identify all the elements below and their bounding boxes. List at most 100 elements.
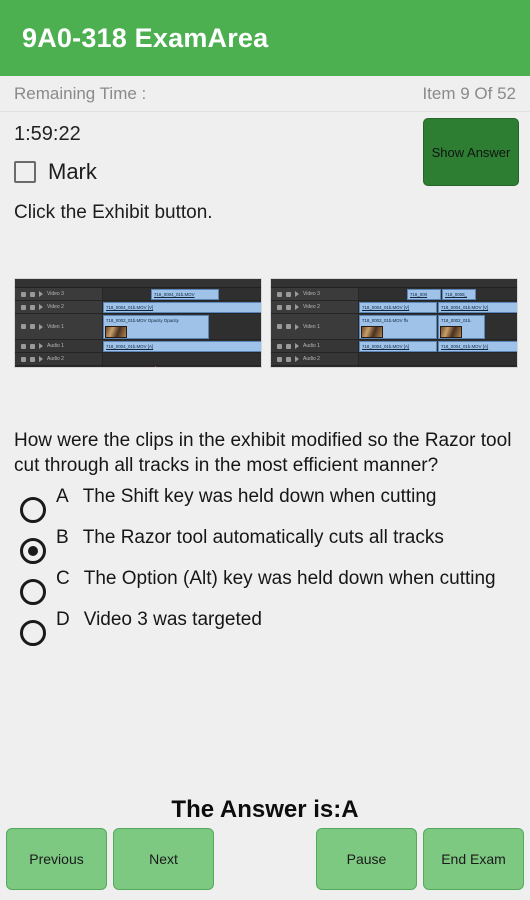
track-label: Video 2 — [47, 304, 64, 310]
eye-icon — [277, 304, 282, 310]
track-header: Video 2 — [15, 301, 103, 313]
timeline-clip: 718_0004_01b.MOV [V] — [103, 302, 261, 313]
item-counter: Item 9 Of 52 — [422, 83, 516, 103]
lock-icon — [30, 356, 35, 362]
track-lane — [359, 353, 517, 365]
option-a-text: The Shift key was held down when cutting — [82, 486, 437, 507]
status-bar: Remaining Time : Item 9 Of 52 — [0, 76, 530, 112]
timeline-clip: 718_0004_01b.MOV [A] — [438, 341, 517, 352]
radio-a[interactable] — [20, 497, 46, 523]
track-header: Audio 2 — [271, 353, 359, 365]
previous-button[interactable]: Previous — [6, 828, 107, 890]
show-answer-label: Show Answer — [431, 144, 511, 160]
end-exam-label: End Exam — [441, 851, 506, 867]
exhibit-timeline-before: Video 3 718_0004_01b.MOV Video 2 718_000… — [14, 278, 262, 368]
lock-icon — [286, 324, 291, 329]
option-c-letter: C — [56, 568, 70, 589]
option-b-text: The Razor tool automatically cuts all tr… — [82, 527, 444, 548]
lock-icon — [286, 356, 291, 362]
option-c[interactable]: C The Option (Alt) key was held down when… — [20, 566, 518, 605]
track-lane — [103, 353, 261, 365]
exhibit-images: Video 3 718_0004_01b.MOV Video 2 718_000… — [14, 278, 518, 368]
chevron-right-icon — [39, 356, 43, 362]
lock-icon — [30, 291, 35, 297]
eye-icon — [21, 304, 26, 310]
timeline-tracks: Video 3 718_0004_01b.MOV Video 2 718_000… — [15, 288, 261, 367]
lock-icon — [286, 304, 291, 310]
eye-icon — [21, 324, 26, 329]
previous-label: Previous — [29, 851, 84, 867]
chevron-right-icon — [295, 304, 299, 310]
track-lane: 718_0004_01b.MOV [V] — [103, 301, 261, 313]
eye-icon — [277, 291, 282, 297]
speaker-icon — [21, 356, 26, 362]
app-header: 9A0-318 ExamArea — [0, 0, 530, 76]
track-label: Audio 1 — [303, 343, 320, 349]
option-a[interactable]: A The Shift key was held down when cuttin… — [20, 484, 518, 523]
track-row: Audio 1 718_0004_01b.MOV [A] 718_0004_01… — [271, 340, 517, 353]
pause-button[interactable]: Pause — [316, 828, 417, 890]
track-row: Audio 1 718_0004_01b.MOV [A] — [15, 340, 261, 353]
page-title: 9A0-318 ExamArea — [22, 22, 269, 53]
track-lane: 718_0004_01b.MOV [A] 718_0004_01b.MOV [A… — [359, 340, 517, 352]
radio-c[interactable] — [20, 579, 46, 605]
chevron-right-icon — [39, 304, 43, 310]
clip-thumbnail-icon — [105, 326, 127, 338]
pause-label: Pause — [346, 851, 387, 867]
track-header: Audio 1 — [271, 340, 359, 352]
track-row: Video 3 718_000 718_0008_ — [271, 288, 517, 301]
option-b[interactable]: B The Razor tool automatically cuts all t… — [20, 525, 518, 564]
timeline-clip: 718_0008_ — [442, 289, 476, 300]
next-button[interactable]: Next — [113, 828, 214, 890]
track-row: Video 3 718_0004_01b.MOV — [15, 288, 261, 301]
option-d[interactable]: D Video 3 was targeted — [20, 607, 518, 646]
end-exam-button[interactable]: End Exam — [423, 828, 524, 890]
timeline-clip: 718_000 — [407, 289, 441, 300]
track-lane: 718_0002_01b.MOV ffx 718_0002_01b. — [359, 314, 517, 339]
option-c-text: The Option (Alt) key was held down when … — [83, 568, 496, 589]
remaining-time-label: Remaining Time : — [14, 83, 147, 103]
track-label: Audio 2 — [303, 356, 320, 362]
chevron-right-icon — [39, 343, 43, 349]
eye-icon — [277, 324, 282, 329]
option-d-text: Video 3 was targeted — [83, 609, 262, 630]
track-lane: 718_0004_01b.MOV [V] 718_0004_01b.MOV [V… — [359, 301, 517, 313]
track-lane: 718_0002_01b.MOV Opacity Opacity — [103, 314, 261, 339]
chevron-right-icon — [39, 291, 43, 297]
track-label: Video 2 — [303, 304, 320, 310]
track-header: Video 3 — [15, 288, 103, 300]
radio-b[interactable] — [20, 538, 46, 564]
track-row: Video 2 718_0004_01b.MOV [V] 718_0004_01… — [271, 301, 517, 314]
clip-thumbnail-icon — [361, 326, 383, 338]
question-text: How were the clips in the exhibit modifi… — [14, 430, 512, 476]
lock-icon — [286, 291, 291, 297]
radio-d[interactable] — [20, 620, 46, 646]
timeline-clip: 718_0004_01b.MOV — [151, 289, 219, 300]
answer-banner: The Answer is:A — [171, 796, 359, 823]
track-label: Video 3 — [303, 291, 320, 297]
exam-controls: 1:59:22 Mark Show Answer — [0, 112, 530, 190]
track-header: Video 2 — [271, 301, 359, 313]
show-answer-button[interactable]: Show Answer — [423, 118, 519, 186]
track-lane: 718_0004_01b.MOV [A] — [103, 340, 261, 352]
timeline-clip: 718_0004_01b.MOV [V] — [359, 302, 437, 313]
eye-icon — [21, 291, 26, 297]
bottom-navigation: Previous Next Pause End Exam — [0, 828, 530, 900]
chevron-right-icon — [295, 356, 299, 362]
track-lane: 718_0004_01b.MOV — [103, 288, 261, 300]
track-row: Audio 2 — [15, 353, 261, 366]
mark-label: Mark — [48, 159, 97, 184]
question-scroll-area[interactable]: Click the Exhibit button. Video 3 718_00… — [0, 190, 530, 790]
exhibit-instruction: Click the Exhibit button. — [14, 202, 213, 223]
chevron-right-icon — [295, 343, 299, 349]
timeline-ruler — [15, 279, 261, 288]
exhibit-timeline-after: Video 3 718_000 718_0008_ Video 2 718_00… — [270, 278, 518, 368]
track-header: Video 3 — [271, 288, 359, 300]
next-label: Next — [149, 851, 178, 867]
track-header: Audio 1 — [15, 340, 103, 352]
option-a-letter: A — [56, 486, 69, 507]
track-row: Video 1 718_0002_01b.MOV ffx 718_0002_01… — [271, 314, 517, 340]
mark-checkbox[interactable] — [14, 161, 36, 183]
lock-icon — [30, 324, 35, 329]
chevron-right-icon — [295, 291, 299, 297]
